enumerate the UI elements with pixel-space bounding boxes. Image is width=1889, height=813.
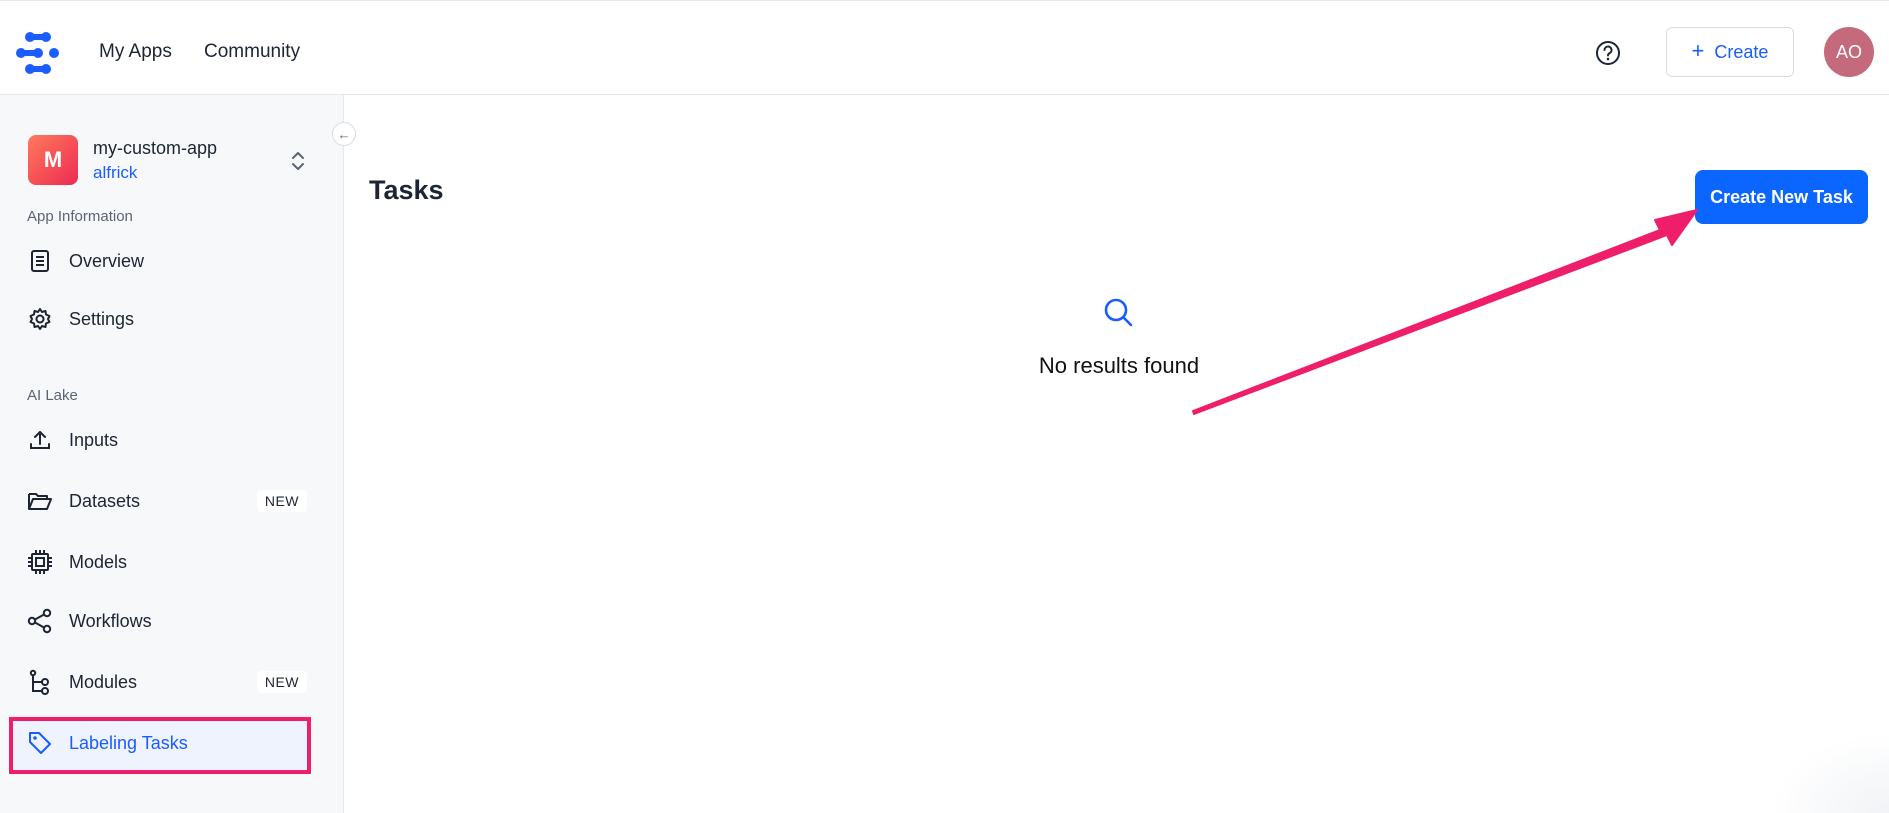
app-badge: M <box>28 135 78 185</box>
app-name: my-custom-app <box>93 138 218 158</box>
sidebar-item-label: Labeling Tasks <box>69 732 188 753</box>
tag-icon <box>27 730 53 756</box>
chip-icon <box>27 549 53 575</box>
chevron-up-down-icon <box>292 152 304 170</box>
sidebar-item-label: Datasets <box>69 490 141 511</box>
nav-community[interactable]: Community <box>204 41 300 63</box>
sidebar-item-models[interactable]: Models <box>27 542 307 582</box>
collapse-sidebar-icon[interactable]: ← <box>332 122 356 146</box>
help-circle-icon[interactable] <box>1595 40 1621 66</box>
app-owner-link[interactable]: alfrick <box>93 163 137 183</box>
new-badge: NEW <box>256 490 307 512</box>
sidebar-item-labeling-tasks[interactable]: Labeling Tasks <box>27 723 307 763</box>
gear-icon <box>27 306 53 332</box>
top-navigation-bar: My Apps Community + Create AO <box>0 0 1889 95</box>
sidebar-item-label: Inputs <box>69 429 119 450</box>
page-title: Tasks <box>369 175 444 205</box>
upload-icon <box>27 427 53 453</box>
nav-my-apps[interactable]: My Apps <box>99 41 172 63</box>
section-label-ai-lake: AI Lake <box>27 387 78 404</box>
sidebar-item-workflows[interactable]: Workflows <box>27 601 307 641</box>
document-icon <box>27 248 53 274</box>
sidebar-item-settings[interactable]: Settings <box>27 299 307 339</box>
create-new-task-button[interactable]: Create New Task <box>1695 170 1868 224</box>
clarifai-logo-icon[interactable] <box>16 31 64 75</box>
empty-state-text: No results found <box>1038 353 1200 378</box>
sidebar-item-modules[interactable]: Modules NEW <box>27 662 307 702</box>
app-switcher[interactable]: M my-custom-app alfrick <box>28 135 313 187</box>
plus-icon: + <box>1691 37 1705 63</box>
create-button[interactable]: + Create <box>1666 27 1794 77</box>
sidebar-item-label: Models <box>69 551 128 572</box>
sidebar-item-overview[interactable]: Overview <box>27 241 307 281</box>
sidebar-item-label: Modules <box>69 671 138 692</box>
section-label-app-information: App Information <box>27 208 133 225</box>
create-button-label: Create <box>1714 41 1769 62</box>
new-badge: NEW <box>256 671 307 693</box>
corner-shadow <box>1769 733 1889 813</box>
sidebar-item-label: Settings <box>69 308 135 329</box>
sidebar-item-label: Overview <box>69 250 145 271</box>
sidebar-item-inputs[interactable]: Inputs <box>27 420 307 460</box>
branch-icon <box>27 669 53 695</box>
share-nodes-icon <box>27 608 53 634</box>
sidebar-item-label: Workflows <box>69 610 152 631</box>
folder-open-icon <box>27 488 53 514</box>
sidebar-item-datasets[interactable]: Datasets NEW <box>27 481 307 521</box>
avatar[interactable]: AO <box>1824 27 1874 77</box>
search-icon <box>1104 298 1133 327</box>
